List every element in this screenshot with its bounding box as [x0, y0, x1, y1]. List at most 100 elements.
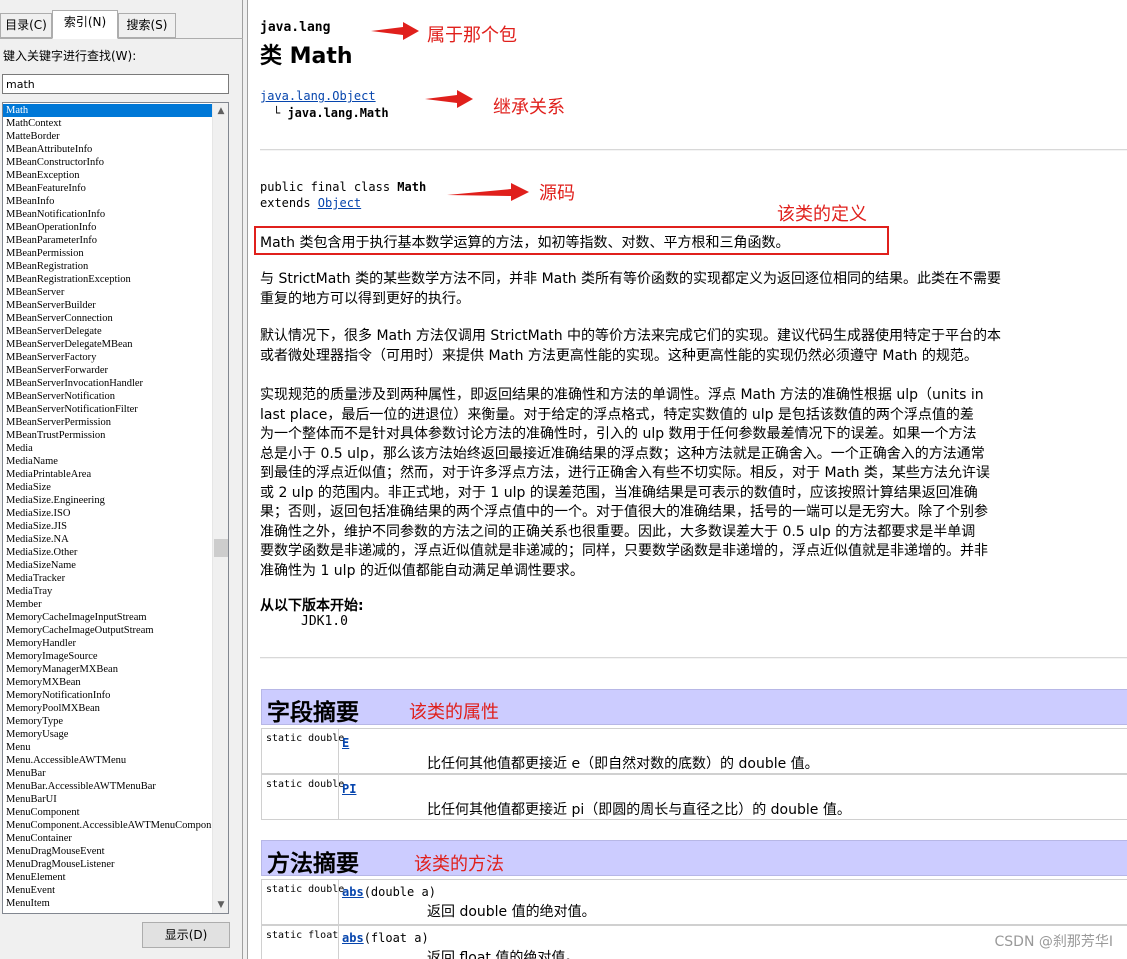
scroll-up-icon[interactable]: ▲ — [213, 103, 228, 119]
method-link[interactable]: abs — [342, 931, 364, 945]
list-item[interactable]: MBeanPermission — [3, 247, 213, 260]
list-item[interactable]: MBeanFeatureInfo — [3, 182, 213, 195]
display-button[interactable]: 显示(D) — [142, 922, 230, 948]
list-item[interactable]: MenuDragMouseListener — [3, 858, 213, 871]
list-item[interactable]: MediaPrintableArea — [3, 468, 213, 481]
list-item[interactable]: Math — [3, 104, 213, 117]
list-item[interactable]: MemoryNotificationInfo — [3, 689, 213, 702]
divider — [260, 149, 1127, 151]
list-item[interactable]: MBeanServerNotificationFilter — [3, 403, 213, 416]
description-paragraph: 默认情况下，很多 Math 方法仅调用 StrictMath 中的等价方法来完成… — [260, 328, 1002, 364]
list-item[interactable]: MBeanServerDelegateMBean — [3, 338, 213, 351]
list-item[interactable]: MBeanServerPermission — [3, 416, 213, 429]
method-return-type: static double — [266, 884, 345, 895]
method-description: 返回 float 值的绝对值。 — [427, 950, 580, 959]
annotation-arrow-icon — [371, 22, 419, 40]
list-item[interactable]: MBeanServerForwarder — [3, 364, 213, 377]
list-item[interactable]: Media — [3, 442, 213, 455]
cell-divider — [338, 775, 339, 819]
tab-index[interactable]: 索引(N) — [52, 10, 118, 39]
list-item[interactable]: MBeanException — [3, 169, 213, 182]
list-item[interactable]: MBeanServerInvocationHandler — [3, 377, 213, 390]
list-item[interactable]: MenuEvent — [3, 884, 213, 897]
list-item[interactable]: MemoryCacheImageInputStream — [3, 611, 213, 624]
index-list[interactable]: Math MathContext MatteBorder MBeanAttribute… — [2, 102, 229, 914]
list-item[interactable]: MenuBarUI — [3, 793, 213, 806]
class-title: 类 Math — [260, 44, 353, 69]
list-item[interactable]: MenuComponent — [3, 806, 213, 819]
list-item[interactable]: MBeanParameterInfo — [3, 234, 213, 247]
list-item[interactable]: MenuComponent.AccessibleAWTMenuCompon — [3, 819, 213, 832]
class-extends: extends Object — [260, 196, 361, 210]
list-item[interactable]: MenuDragMouseEvent — [3, 845, 213, 858]
list-item[interactable]: MBeanServerNotification — [3, 390, 213, 403]
method-signature: abs(double a) — [342, 885, 436, 899]
tab-panel-border — [0, 38, 243, 39]
list-item[interactable]: MemoryManagerMXBean — [3, 663, 213, 676]
list-item[interactable]: MediaName — [3, 455, 213, 468]
annotation-inheritance: 继承关系 — [493, 97, 565, 118]
annotation-arrow-icon — [425, 90, 473, 108]
list-item[interactable]: MediaSize.NA — [3, 533, 213, 546]
field-link[interactable]: E — [342, 736, 349, 750]
list-item[interactable]: MediaSizeName — [3, 559, 213, 572]
list-item[interactable]: MenuContainer — [3, 832, 213, 845]
list-item[interactable]: Member — [3, 598, 213, 611]
list-item[interactable]: MediaSize.Other — [3, 546, 213, 559]
scroll-down-icon[interactable]: ▼ — [213, 897, 228, 913]
list-scrollbar[interactable]: ▲ ▼ — [212, 103, 228, 913]
list-item[interactable]: MediaSize.JIS — [3, 520, 213, 533]
pane-splitter[interactable] — [243, 0, 248, 959]
list-item[interactable]: MediaSize — [3, 481, 213, 494]
field-link[interactable]: PI — [342, 782, 356, 796]
list-item[interactable]: MediaTray — [3, 585, 213, 598]
list-item[interactable]: MemoryPoolMXBean — [3, 702, 213, 715]
list-item[interactable]: MathContext — [3, 117, 213, 130]
list-item[interactable]: MBeanConstructorInfo — [3, 156, 213, 169]
list-item[interactable]: MenuBar.AccessibleAWTMenuBar — [3, 780, 213, 793]
list-item[interactable]: MediaTracker — [3, 572, 213, 585]
keyword-label: 键入关键字进行查找(W): — [3, 49, 137, 63]
list-item[interactable]: MBeanServerConnection — [3, 312, 213, 325]
scroll-thumb[interactable] — [214, 539, 228, 557]
decl-extends: extends — [260, 196, 318, 210]
list-item[interactable]: MemoryMXBean — [3, 676, 213, 689]
inheritance-child: java.lang.Math — [287, 106, 389, 120]
list-item[interactable]: MBeanRegistration — [3, 260, 213, 273]
decl-object-link[interactable]: Object — [318, 196, 361, 210]
package-name: java.lang — [260, 20, 331, 35]
list-item[interactable]: MatteBorder — [3, 130, 213, 143]
list-item[interactable]: MediaSize.Engineering — [3, 494, 213, 507]
tab-search[interactable]: 搜索(S) — [118, 13, 176, 38]
list-item[interactable]: MBeanRegistrationException — [3, 273, 213, 286]
list-item[interactable]: MBeanAttributeInfo — [3, 143, 213, 156]
list-item[interactable]: MBeanServerDelegate — [3, 325, 213, 338]
list-item[interactable]: MBeanTrustPermission — [3, 429, 213, 442]
list-item[interactable]: MemoryHandler — [3, 637, 213, 650]
list-item[interactable]: MBeanServer — [3, 286, 213, 299]
list-item[interactable]: MemoryImageSource — [3, 650, 213, 663]
tab-contents[interactable]: 目录(C) — [0, 13, 52, 38]
inheritance-parent-link[interactable]: java.lang.Object — [260, 89, 376, 103]
list-item[interactable]: MBeanNotificationInfo — [3, 208, 213, 221]
list-item[interactable]: MediaSize.ISO — [3, 507, 213, 520]
method-link[interactable]: abs — [342, 885, 364, 899]
list-item[interactable]: MBeanInfo — [3, 195, 213, 208]
inheritance-tree: └ java.lang.Math — [273, 106, 389, 120]
list-item[interactable]: MBeanOperationInfo — [3, 221, 213, 234]
since-value: JDK1.0 — [301, 614, 348, 629]
list-item[interactable]: MBeanServerFactory — [3, 351, 213, 364]
list-item[interactable]: Menu — [3, 741, 213, 754]
field-type: static double — [266, 733, 345, 744]
list-item[interactable]: MenuBar — [3, 767, 213, 780]
list-item[interactable]: MBeanServerBuilder — [3, 299, 213, 312]
keyword-search-input[interactable] — [2, 74, 229, 94]
list-item[interactable]: MenuElement — [3, 871, 213, 884]
list-item[interactable]: MemoryCacheImageOutputStream — [3, 624, 213, 637]
list-item[interactable]: Menu.AccessibleAWTMenu — [3, 754, 213, 767]
method-signature: abs(float a) — [342, 931, 429, 945]
list-item[interactable]: MemoryUsage — [3, 728, 213, 741]
method-description: 返回 double 值的绝对值。 — [427, 904, 596, 920]
list-item[interactable]: MenuItem — [3, 897, 213, 910]
list-item[interactable]: MemoryType — [3, 715, 213, 728]
